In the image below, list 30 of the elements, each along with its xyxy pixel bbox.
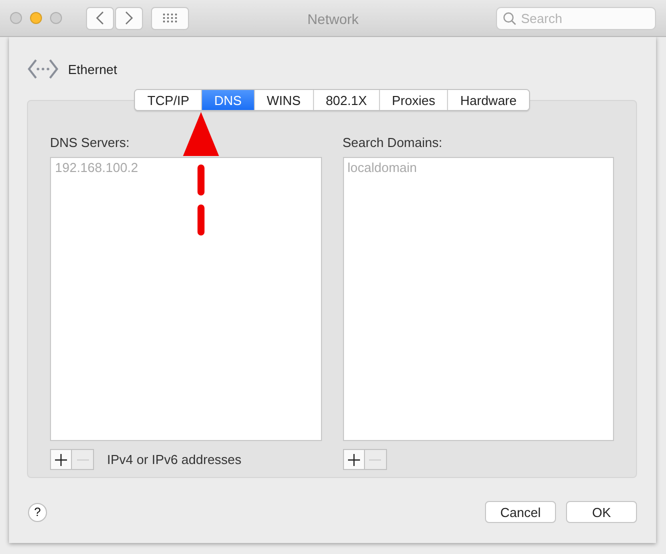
tab[interactable]: DNS bbox=[201, 90, 254, 110]
tab[interactable]: 802.1X bbox=[312, 90, 379, 110]
close-light[interactable] bbox=[10, 12, 22, 24]
search-field[interactable]: Search bbox=[496, 6, 656, 30]
tab[interactable]: Hardware bbox=[447, 90, 529, 110]
minimize-light[interactable] bbox=[30, 12, 42, 24]
forward-button[interactable] bbox=[115, 6, 143, 30]
grid-icon bbox=[162, 13, 178, 23]
tab[interactable]: TCP/IP bbox=[135, 90, 202, 110]
plus-icon bbox=[348, 454, 360, 466]
window-title: Network bbox=[307, 11, 359, 27]
ok-button[interactable]: OK bbox=[566, 501, 637, 523]
tab[interactable]: WINS bbox=[254, 90, 313, 110]
search-icon bbox=[503, 12, 516, 24]
tab[interactable]: Proxies bbox=[378, 90, 448, 110]
cancel-button[interactable]: Cancel bbox=[485, 501, 556, 523]
ethernet-icon bbox=[27, 58, 59, 80]
hint-text: IPv4 or IPv6 addresses bbox=[107, 452, 242, 467]
add-button[interactable] bbox=[342, 449, 364, 470]
chevron-right-icon bbox=[125, 11, 133, 25]
chevron-left-icon bbox=[96, 11, 104, 25]
add-button[interactable] bbox=[50, 449, 72, 470]
back-button[interactable] bbox=[86, 6, 114, 30]
list-label: Search Domains: bbox=[342, 135, 444, 152]
list-label: DNS Servers: bbox=[50, 135, 130, 152]
help-button[interactable]: ? bbox=[28, 502, 47, 522]
zoom-light[interactable] bbox=[50, 12, 62, 24]
plus-icon bbox=[55, 454, 67, 466]
service-name: Ethernet bbox=[68, 62, 118, 76]
show-all-button[interactable] bbox=[151, 6, 189, 30]
